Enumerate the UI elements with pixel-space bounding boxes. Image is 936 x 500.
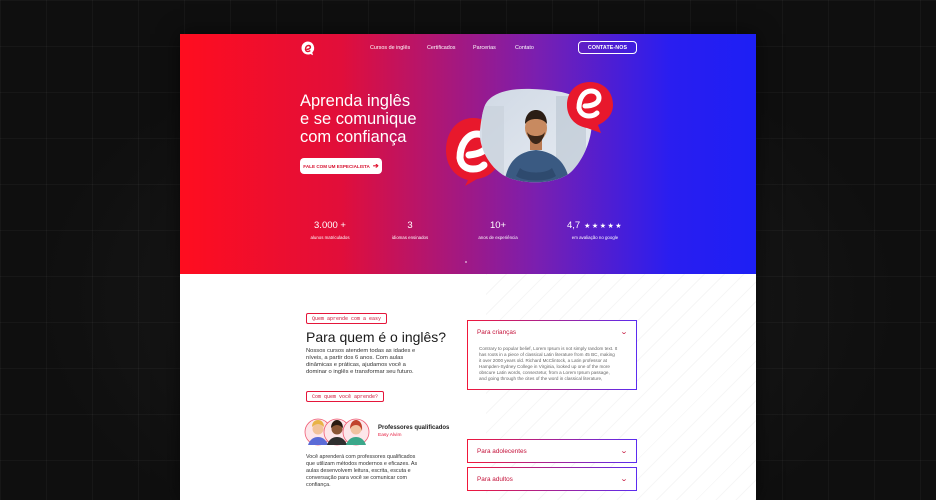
stat-students-value: 3.000 + — [314, 220, 346, 231]
nav-contato-link[interactable]: Contato — [515, 45, 534, 51]
hero-section: Cursos de inglês Certificados Parcerias … — [180, 34, 756, 274]
stat-rating-value-row: 4,7 ★★★★★ — [560, 220, 630, 231]
nav-parcerias-link[interactable]: Parcerias — [473, 45, 496, 51]
website-frame: Cursos de inglês Certificados Parcerias … — [180, 34, 756, 500]
stat-rating-value: 4,7 — [566, 220, 581, 231]
accordion-body: Contrary to popular belief, Lorem Ipsum … — [479, 346, 618, 381]
teachers-title: Professores qualificados — [378, 425, 450, 431]
nav-cursos-link[interactable]: Cursos de inglês — [370, 45, 410, 51]
stat-languages: 3 idiomas ensinados — [385, 220, 435, 240]
accordion-header[interactable]: Para crianças ⌄ — [468, 321, 636, 343]
accordion-header[interactable]: Para adolecentes ⌄ — [468, 440, 636, 462]
stat-languages-value: 3 — [407, 220, 413, 231]
section-description: Nossos cursos atendem todas as idades e … — [306, 348, 416, 375]
hero-title-line-1: Aprenda inglês — [300, 92, 411, 110]
accordion-header[interactable]: Para adultos ⌄ — [468, 468, 636, 490]
star-rating-icon: ★★★★★ — [584, 223, 624, 230]
stat-students: 3.000 + alunos matriculados — [300, 220, 360, 240]
audience-section: Quem aprende com a easy Para quem é o in… — [180, 274, 756, 500]
who-teaches-tag: Com quem você aprende? — [306, 391, 385, 402]
stat-rating-label: em avaliação no google — [571, 235, 619, 240]
accordion-item-adults[interactable]: Para adultos ⌄ — [467, 467, 637, 491]
hero-title-line-3: com confiança — [300, 128, 407, 146]
teacher-avatars — [304, 418, 370, 446]
teachers-subtitle: Easy Alvim — [378, 433, 402, 438]
accordion-item-children[interactable]: Para crianças ⌄ Contrary to popular beli… — [467, 320, 637, 391]
stat-years: 10+ anos de experiência — [470, 220, 526, 240]
logo-icon[interactable] — [300, 40, 316, 56]
stat-years-value: 10+ — [489, 220, 507, 231]
stat-students-label: alunos matriculados — [310, 235, 350, 240]
teachers-description: Você aprenderá com professores qualifica… — [306, 454, 418, 488]
arrow-right-icon: ➔ — [372, 163, 379, 170]
chevron-down-icon: ⌄ — [619, 448, 629, 455]
stat-rating: 4,7 ★★★★★ em avaliação no google — [560, 220, 630, 240]
accordion-label: Para adultos — [477, 475, 513, 483]
section-title: Para quem é o inglês? — [306, 329, 447, 345]
contact-button[interactable]: CONTATE-NOS — [578, 41, 637, 54]
carousel-dot[interactable] — [465, 261, 467, 263]
accordion-item-teens[interactable]: Para adolecentes ⌄ — [467, 439, 637, 463]
accordion-label: Para adolecentes — [477, 447, 527, 455]
specialist-button-label: FALE COM UM ESPECIALISTA — [303, 163, 370, 169]
hero-title: Aprenda inglês e se comunique com confia… — [300, 92, 460, 146]
specialist-button[interactable]: FALE COM UM ESPECIALISTA ➔ — [300, 158, 382, 174]
who-learns-tag: Quem aprende com a easy — [306, 313, 388, 324]
speech-bubble-e-small-icon — [567, 82, 613, 133]
chevron-down-icon: ⌄ — [619, 329, 629, 336]
stat-languages-label: idiomas ensinados — [391, 235, 429, 240]
hero-title-line-2: e se comunique — [300, 110, 417, 128]
stat-years-label: anos de experiência — [478, 235, 518, 240]
nav-certificados-link[interactable]: Certificados — [427, 45, 455, 51]
chevron-down-icon: ⌄ — [619, 476, 629, 483]
top-nav: Cursos de inglês Certificados Parcerias … — [180, 34, 756, 62]
accordion-label: Para crianças — [477, 328, 517, 336]
